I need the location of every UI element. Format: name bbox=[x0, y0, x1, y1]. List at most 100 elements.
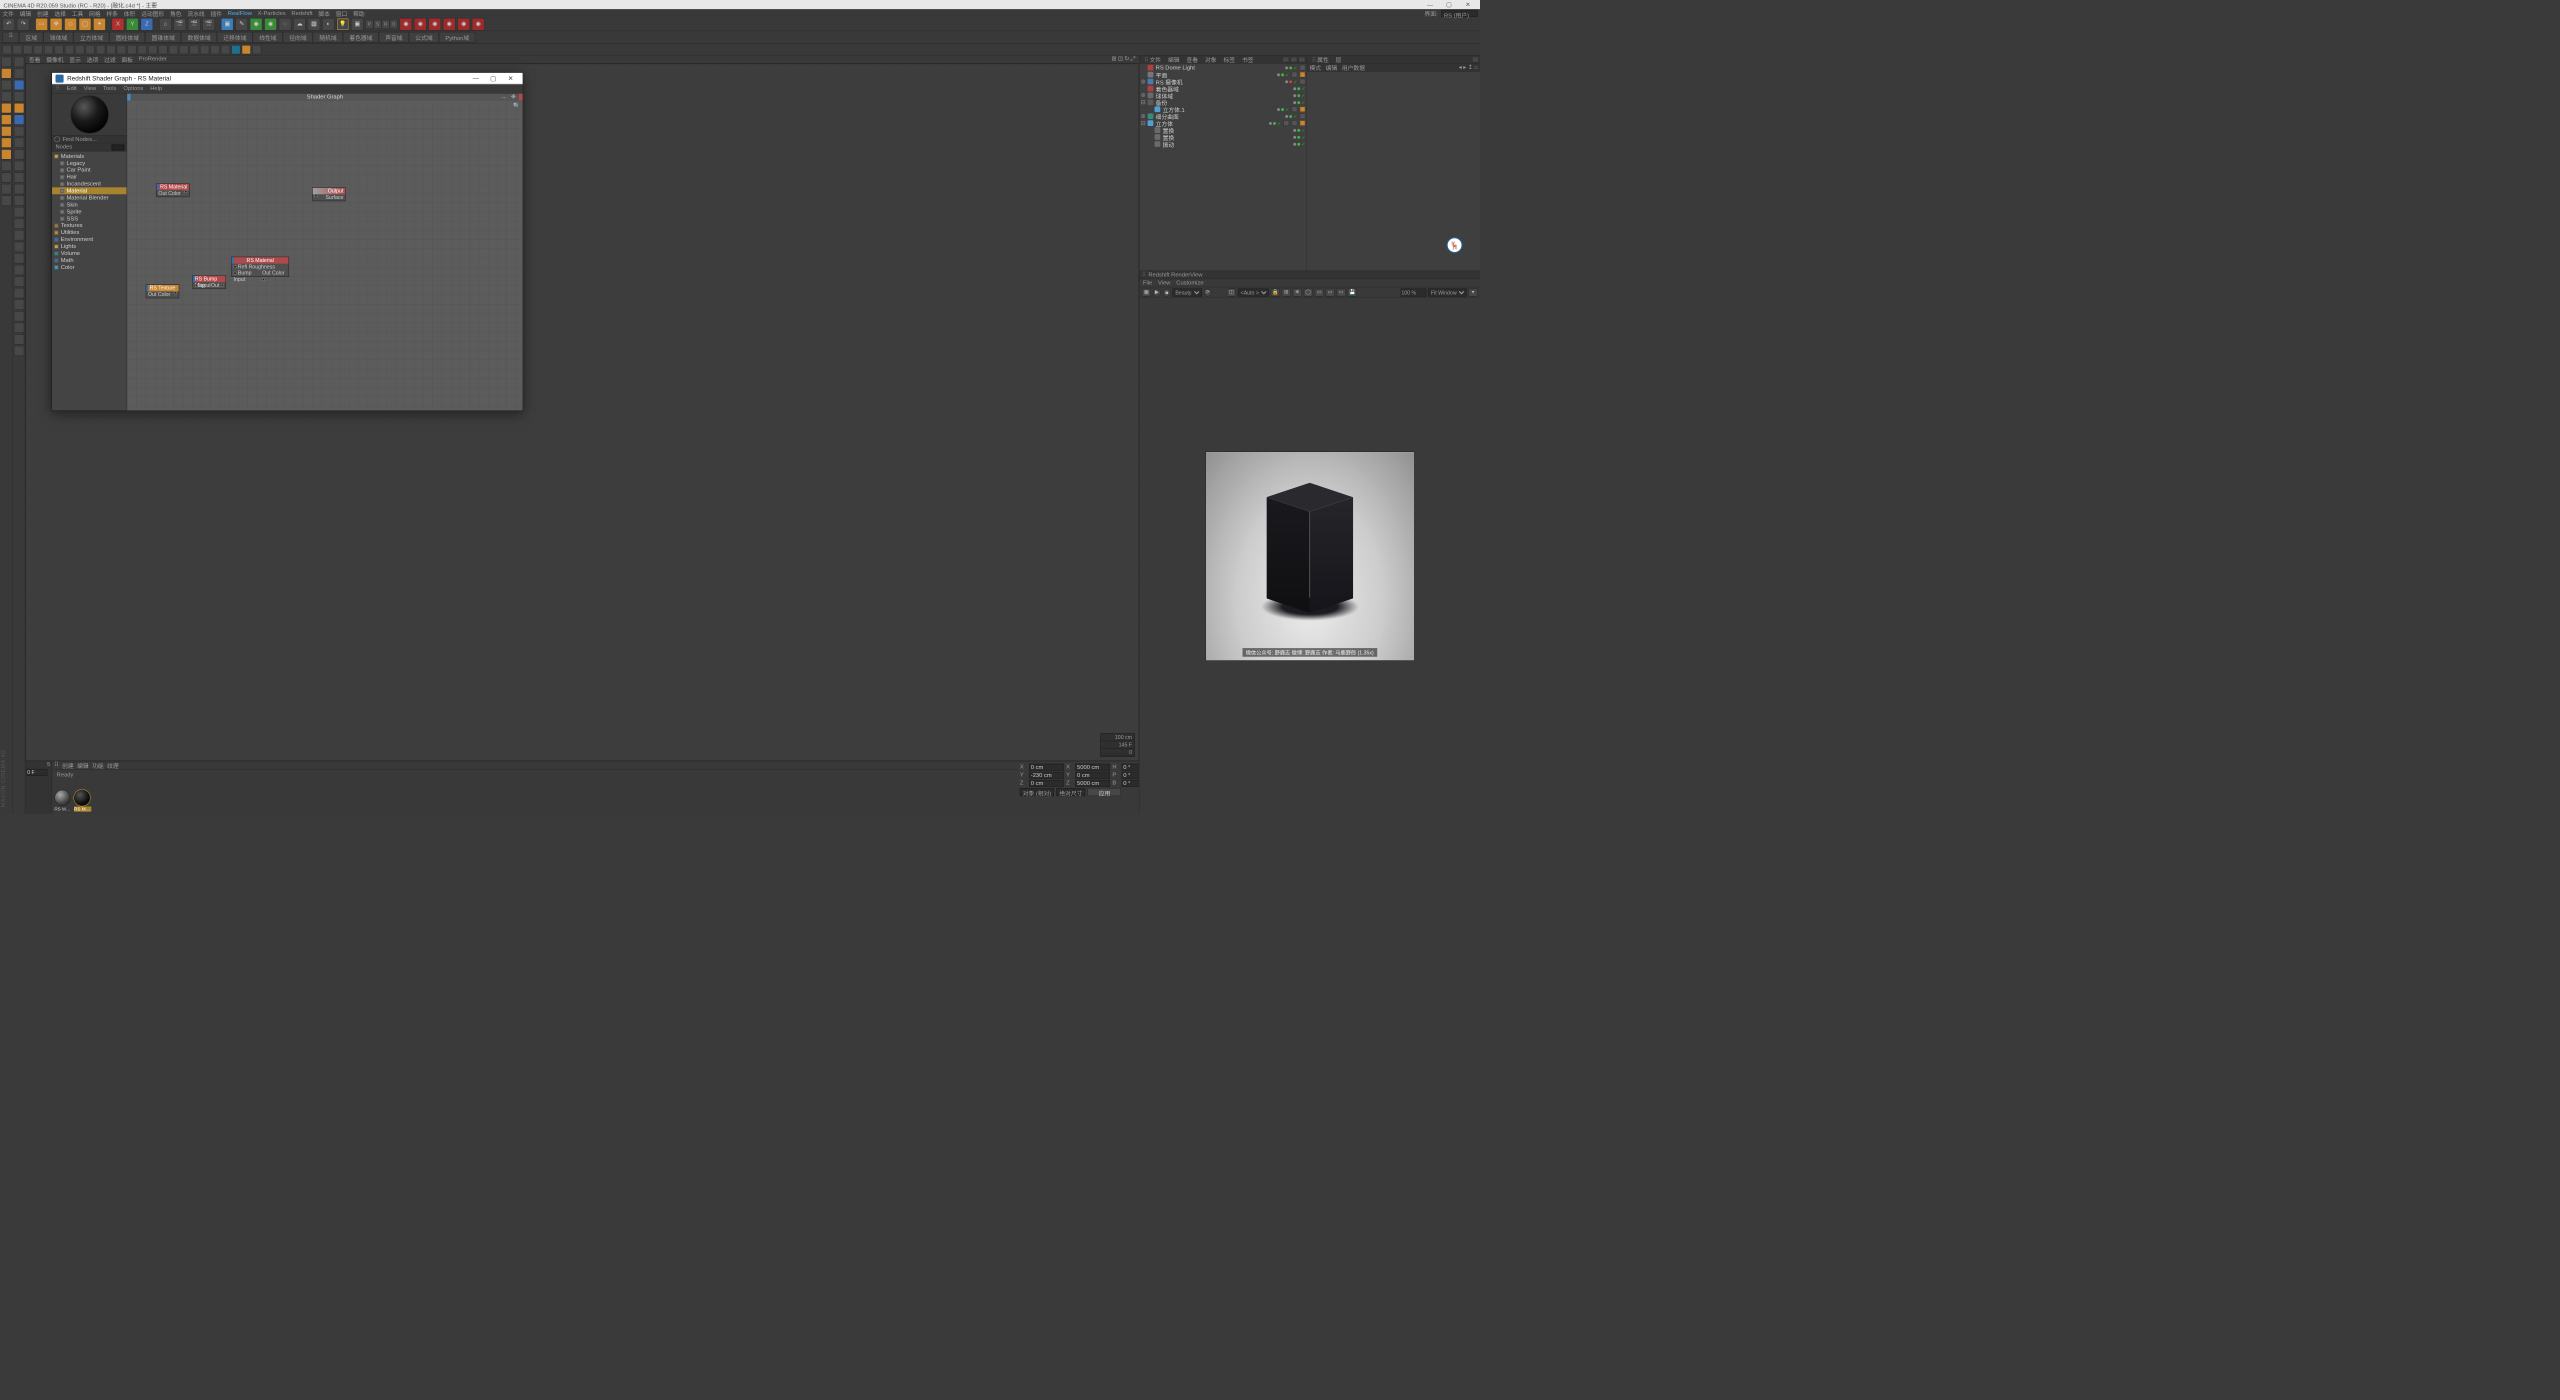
menu-xparticles[interactable]: X-Particles bbox=[258, 10, 286, 16]
cube-primitive[interactable]: ▣ bbox=[221, 18, 234, 31]
rv-grid-button[interactable]: ⊞ bbox=[1282, 288, 1291, 296]
lt2-23[interactable] bbox=[14, 311, 24, 321]
sec-24[interactable] bbox=[252, 45, 261, 54]
viewport-canvas[interactable]: 100 cm 145 F 0 Redshift Shader Graph - R… bbox=[25, 64, 1138, 761]
sg-graph-canvas[interactable]: Shader Graph ↔ ✥ 🔍 RS Material Out Color… bbox=[127, 94, 522, 411]
light-tool[interactable]: ◐ bbox=[322, 18, 335, 31]
gear-icon[interactable] bbox=[54, 136, 60, 142]
obj-tab-objects[interactable]: 对象 bbox=[1202, 55, 1221, 64]
rv-more-button[interactable]: ▾ bbox=[1468, 288, 1477, 296]
tree-sprite[interactable]: Sprite bbox=[66, 208, 81, 214]
menu-edit[interactable]: 编辑 bbox=[20, 9, 32, 18]
attr-menu-mode[interactable]: 模式 bbox=[1309, 63, 1321, 72]
rv-auto-select[interactable]: <Auto > bbox=[1238, 288, 1269, 296]
tab-field-formula[interactable]: 公式域 bbox=[409, 32, 439, 43]
mat-grip[interactable]: ⠿ bbox=[54, 762, 58, 768]
node-rs-bump[interactable]: RS Bump Map InputOut bbox=[193, 275, 227, 289]
render-region[interactable]: 🎬 bbox=[188, 18, 201, 31]
coord-ys[interactable] bbox=[1075, 772, 1110, 779]
dock-grip[interactable]: ⠿ bbox=[2, 32, 19, 43]
lt1-3[interactable] bbox=[1, 80, 11, 90]
vp-menu-view[interactable]: 查看 bbox=[29, 55, 41, 64]
sg-minimize[interactable]: — bbox=[467, 73, 484, 83]
apply-button[interactable]: 应用 bbox=[1088, 788, 1122, 796]
rv-menu-view[interactable]: View bbox=[1158, 280, 1170, 286]
rv-canvas[interactable]: 微信公众号: 野鹿志 微博: 野鹿志 作者: 马鹿野郎 (1.35x) bbox=[1139, 298, 1480, 814]
menu-script[interactable]: 脚本 bbox=[318, 9, 330, 18]
tag-tool[interactable]: ▣ bbox=[351, 18, 364, 31]
sec-13[interactable] bbox=[138, 45, 147, 54]
lt1-2[interactable] bbox=[1, 68, 11, 78]
lt1-5[interactable] bbox=[1, 103, 11, 113]
tree-color[interactable]: Color bbox=[61, 264, 75, 270]
lt1-13[interactable] bbox=[1, 195, 11, 205]
tree-incandescent[interactable]: Incandescent bbox=[66, 181, 100, 187]
sec-6[interactable] bbox=[65, 45, 74, 54]
lt1-6[interactable] bbox=[1, 114, 11, 124]
sec-flag[interactable] bbox=[242, 45, 251, 54]
tab-field-shader[interactable]: 着色器域 bbox=[343, 32, 379, 43]
lt2-17[interactable] bbox=[14, 242, 24, 252]
lt1-9[interactable] bbox=[1, 149, 11, 159]
environment-tool[interactable]: ☁ bbox=[293, 18, 306, 31]
tree-matblender[interactable]: Material Blender bbox=[66, 195, 108, 201]
menu-help[interactable]: 帮助 bbox=[353, 9, 365, 18]
obj-tab-tags[interactable]: 标签 bbox=[1220, 55, 1239, 64]
lt2-12[interactable] bbox=[14, 184, 24, 194]
tl-start[interactable] bbox=[27, 769, 48, 776]
rv-fit-select[interactable]: Fit Window bbox=[1428, 288, 1467, 296]
tab-field-linear[interactable]: 线性域 bbox=[253, 32, 283, 43]
sg-find-label[interactable]: Find Nodes... bbox=[62, 136, 96, 142]
tab-field-radial[interactable]: 径向域 bbox=[283, 32, 313, 43]
maximize-button[interactable]: ▢ bbox=[1440, 1, 1457, 7]
menu-select[interactable]: 选择 bbox=[54, 9, 66, 18]
node-output[interactable]: Output Surface bbox=[312, 187, 346, 201]
object-row[interactable]: 振动✓ bbox=[1139, 140, 1306, 147]
camera-tool[interactable]: ▦ bbox=[308, 18, 321, 31]
tab-field-python[interactable]: Python域 bbox=[439, 32, 476, 43]
mat-tab-edit[interactable]: 编辑 bbox=[77, 761, 89, 770]
rv-pass-select[interactable]: Beauty bbox=[1172, 288, 1201, 296]
material-slot-2[interactable]: RS Mate bbox=[74, 790, 91, 812]
sec-8[interactable] bbox=[86, 45, 95, 54]
lt2-7[interactable] bbox=[14, 126, 24, 136]
tab-field-region[interactable]: 区域 bbox=[19, 32, 43, 43]
tab-field-cube[interactable]: 立方体域 bbox=[74, 32, 110, 43]
sg-maximize[interactable]: ▢ bbox=[484, 73, 501, 83]
axis-x-button[interactable]: X bbox=[112, 18, 125, 31]
sec-14[interactable] bbox=[148, 45, 157, 54]
lt1-4[interactable] bbox=[1, 91, 11, 101]
tree-sss[interactable]: SSS bbox=[66, 215, 78, 221]
menu-redshift[interactable]: Redshift bbox=[291, 10, 312, 16]
coord-toggle[interactable]: ⌂ bbox=[159, 18, 172, 31]
rv-save-button[interactable]: 💾 bbox=[1348, 288, 1357, 296]
obj-ico-3[interactable] bbox=[1298, 56, 1305, 62]
sg-menu-view[interactable]: View bbox=[84, 86, 96, 92]
lt2-26[interactable] bbox=[14, 346, 24, 356]
menu-spline[interactable]: 样条 bbox=[106, 9, 118, 18]
sec-16[interactable] bbox=[169, 45, 178, 54]
sg-node-tree[interactable]: Materials Legacy Car Paint Hair Incandes… bbox=[52, 151, 127, 410]
mat-tab-func[interactable]: 功能 bbox=[92, 761, 104, 770]
sec-17[interactable] bbox=[179, 45, 188, 54]
obj-ico-2[interactable] bbox=[1290, 56, 1297, 62]
node-rs-texture[interactable]: RS Texture Out Color bbox=[146, 284, 180, 298]
sec-18[interactable] bbox=[190, 45, 199, 54]
obj-tab-edit[interactable]: 编辑 bbox=[1165, 55, 1184, 64]
coord-zp[interactable] bbox=[1029, 780, 1064, 787]
sec-20[interactable] bbox=[210, 45, 219, 54]
rv-snow-button[interactable]: ❄ bbox=[1293, 288, 1302, 296]
redo-button[interactable]: ↷ bbox=[17, 18, 30, 31]
coord-xp[interactable] bbox=[1029, 764, 1064, 771]
rs-btn-3[interactable]: ◉ bbox=[428, 18, 441, 31]
sec-11[interactable] bbox=[117, 45, 126, 54]
lt2-9[interactable] bbox=[14, 149, 24, 159]
generator-2[interactable]: ◉ bbox=[264, 18, 277, 31]
render-picture[interactable]: 🎬 bbox=[173, 18, 186, 31]
sg-menu-edit[interactable]: Edit bbox=[67, 86, 77, 92]
lt2-14[interactable] bbox=[14, 207, 24, 217]
lt2-19[interactable] bbox=[14, 265, 24, 275]
render-settings[interactable]: 🎬 bbox=[202, 18, 215, 31]
tab-field-cone[interactable]: 圆锥体域 bbox=[145, 32, 181, 43]
axis-y-button[interactable]: Y bbox=[126, 18, 139, 31]
